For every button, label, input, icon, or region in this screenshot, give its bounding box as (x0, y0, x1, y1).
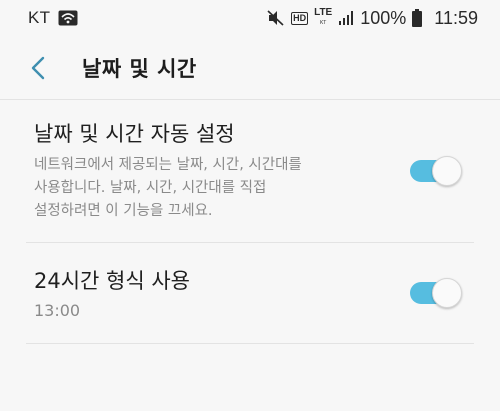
battery-icon (412, 9, 423, 27)
signal-icon (338, 11, 354, 25)
hd-voice-badge: HD (291, 11, 309, 25)
back-button[interactable] (26, 52, 50, 84)
mute-icon (267, 10, 285, 26)
page-title: 날짜 및 시간 (82, 56, 197, 81)
24-hour-format-setting[interactable]: 24시간 형식 사용 13:00 (26, 243, 474, 344)
24-hour-format-toggle[interactable] (410, 278, 462, 308)
app-bar: 날짜 및 시간 (0, 36, 500, 100)
status-bar-left: KT (28, 8, 78, 28)
chevron-left-icon (31, 56, 45, 79)
24-hour-format-title: 24시간 형식 사용 (34, 268, 190, 293)
lte-indicator: LTE KT (314, 8, 332, 28)
toggle-thumb (432, 156, 462, 186)
auto-date-time-text: 날짜 및 시간 자동 설정 네트워크에서 제공되는 날짜, 시간, 시간대를 사… (26, 120, 386, 223)
status-bar: KT HD LTE KT 100% 11:59 (0, 0, 500, 36)
auto-date-time-title: 날짜 및 시간 자동 설정 (34, 121, 235, 146)
status-bar-right: HD LTE KT 100% 11:59 (267, 8, 478, 29)
battery-percent: 100% (360, 7, 407, 28)
auto-date-time-toggle[interactable] (410, 156, 462, 186)
wifi-icon (58, 10, 78, 26)
auto-date-time-setting[interactable]: 날짜 및 시간 자동 설정 네트워크에서 제공되는 날짜, 시간, 시간대를 사… (26, 100, 474, 243)
carrier-label: KT (28, 8, 51, 27)
lte-label: LTE (314, 7, 333, 18)
24-hour-format-text: 24시간 형식 사용 13:00 (26, 267, 386, 320)
auto-date-time-description: 네트워크에서 제공되는 날짜, 시간, 시간대를 사용합니다. 날짜, 시간, … (34, 156, 302, 219)
status-clock: 11:59 (434, 7, 478, 28)
toggle-thumb (432, 278, 462, 308)
24-hour-format-example: 13:00 (34, 300, 81, 320)
lte-sub-label: KT (319, 20, 327, 26)
